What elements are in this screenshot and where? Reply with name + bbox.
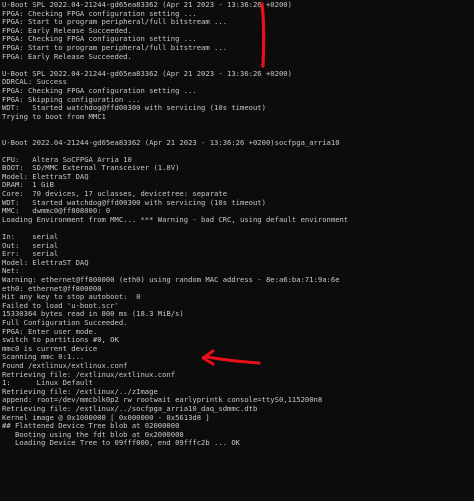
terminal-window[interactable]: U-Boot SPL 2022.04-21244-gd65ea83362 (Ap… — [0, 0, 474, 501]
terminal-line: Model: ElettraST DAQ — [2, 257, 89, 267]
terminal-line: FPGA: Early Release Succeeded. — [2, 51, 132, 61]
terminal-line: Model: ElettraST DAQ — [2, 171, 89, 181]
terminal-line: U-Boot SPL 2022.04-21244-gd65ea83362 (Ap… — [2, 68, 292, 78]
terminal-line: Loading Device Tree to 09fff000, end 09f… — [2, 438, 240, 448]
terminal-line: In: serial — [2, 232, 59, 242]
terminal-output: U-Boot SPL 2022.04-21244-gd65ea83362 (Ap… — [2, 0, 474, 448]
terminal-line: U-Boot 2022.04-21244-gd65ea83362 (Apr 21… — [2, 137, 340, 147]
terminal-line: Out: serial — [2, 240, 59, 250]
terminal-line: Trying to boot from MMC1 — [2, 111, 106, 121]
terminal-line: Loading Environment from MMC... *** Warn… — [2, 214, 349, 224]
